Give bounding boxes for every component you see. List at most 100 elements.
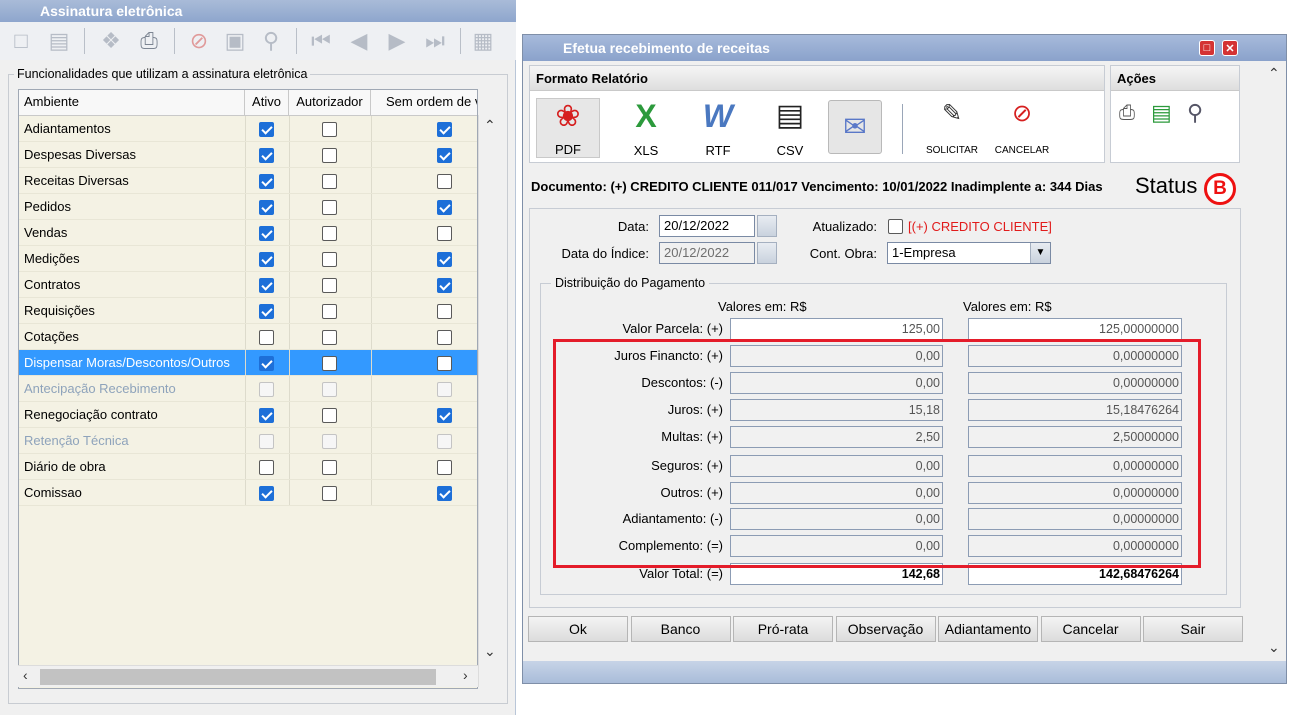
maximize-icon[interactable]: □: [1199, 40, 1215, 56]
display-settings-icon[interactable]: ▦: [468, 27, 498, 55]
rtf-format-button[interactable]: W RTF: [686, 98, 750, 158]
search-report-icon[interactable]: ⚲: [1187, 100, 1203, 126]
table-row[interactable]: Cotações: [19, 324, 477, 350]
magnifier-icon[interactable]: ⚲: [256, 27, 286, 55]
sem-ordem-checkbox[interactable]: [437, 226, 452, 241]
chevron-down-icon[interactable]: ▼: [1030, 243, 1050, 263]
window-vertical-scrollbar[interactable]: ⌃ ⌄: [1265, 61, 1286, 661]
autorizador-checkbox[interactable]: [322, 200, 337, 215]
ativo-checkbox[interactable]: [259, 408, 274, 423]
sem-ordem-checkbox[interactable]: [437, 356, 452, 371]
sem-ordem-checkbox[interactable]: [437, 382, 452, 397]
autorizador-checkbox[interactable]: [322, 330, 337, 345]
table-row[interactable]: Renegociação contrato: [19, 402, 477, 428]
scroll-up-icon[interactable]: ⌃: [1268, 65, 1280, 82]
ativo-checkbox[interactable]: [259, 356, 274, 371]
new-document-icon[interactable]: □: [6, 27, 36, 55]
column-header-ambiente[interactable]: Ambiente: [19, 90, 245, 116]
table-row[interactable]: Pedidos: [19, 194, 477, 220]
table-row[interactable]: Medições: [19, 246, 477, 272]
atualizado-checkbox[interactable]: [888, 219, 903, 234]
ativo-checkbox[interactable]: [259, 200, 274, 215]
table-row[interactable]: Requisições: [19, 298, 477, 324]
autorizador-checkbox[interactable]: [322, 122, 337, 137]
column-header-autorizador[interactable]: Autorizador: [289, 90, 371, 116]
person-run-icon[interactable]: ❖: [96, 27, 126, 55]
autorizador-checkbox[interactable]: [322, 278, 337, 293]
column-header-sem-ordem[interactable]: Sem ordem de v: [371, 90, 477, 116]
ativo-checkbox[interactable]: [259, 304, 274, 319]
table-row[interactable]: Adiantamentos: [19, 116, 477, 142]
cancelar-signature-button[interactable]: ⊘ CANCELAR: [990, 98, 1054, 158]
grid-horizontal-scrollbar[interactable]: ‹ ›: [18, 665, 478, 687]
stop-icon[interactable]: ⊘: [184, 27, 214, 55]
scroll-down-icon[interactable]: ⌄: [1268, 639, 1280, 656]
first-record-icon[interactable]: ⏮: [306, 27, 336, 55]
sem-ordem-checkbox[interactable]: [437, 148, 452, 163]
value-field-reais[interactable]: 125,00: [730, 318, 943, 340]
table-row[interactable]: Comissao: [19, 480, 477, 506]
autorizador-checkbox[interactable]: [322, 356, 337, 371]
ativo-checkbox[interactable]: [259, 148, 274, 163]
sem-ordem-checkbox[interactable]: [437, 434, 452, 449]
scroll-left-icon[interactable]: ‹: [23, 667, 28, 683]
pro-rata-button[interactable]: Pró-rata: [733, 616, 833, 642]
autorizador-checkbox[interactable]: [322, 486, 337, 501]
sem-ordem-checkbox[interactable]: [437, 304, 452, 319]
previous-record-icon[interactable]: ◀: [344, 27, 374, 55]
ativo-checkbox[interactable]: [259, 460, 274, 475]
table-row[interactable]: Antecipação Recebimento: [19, 376, 477, 402]
grid-vertical-scrollbar[interactable]: ⌃ ⌄: [478, 115, 500, 687]
value-field-precise[interactable]: 125,00000000: [968, 318, 1182, 340]
ok-button[interactable]: Ok: [528, 616, 628, 642]
ativo-checkbox[interactable]: [259, 174, 274, 189]
autorizador-checkbox[interactable]: [322, 460, 337, 475]
calendar-icon[interactable]: [757, 215, 777, 237]
sair-button[interactable]: Sair: [1143, 616, 1243, 642]
scroll-up-icon[interactable]: ⌃: [484, 117, 496, 134]
ativo-checkbox[interactable]: [259, 252, 274, 267]
sem-ordem-checkbox[interactable]: [437, 460, 452, 475]
sem-ordem-checkbox[interactable]: [437, 174, 452, 189]
scroll-right-icon[interactable]: ›: [463, 667, 468, 683]
sem-ordem-checkbox[interactable]: [437, 122, 452, 137]
autorizador-checkbox[interactable]: [322, 382, 337, 397]
ativo-checkbox[interactable]: [259, 278, 274, 293]
sem-ordem-checkbox[interactable]: [437, 252, 452, 267]
printer-icon[interactable]: ⎙: [134, 27, 164, 55]
close-icon[interactable]: ✕: [1222, 40, 1238, 56]
spreadsheet-export-icon[interactable]: ▤: [1151, 100, 1172, 126]
column-header-ativo[interactable]: Ativo: [245, 90, 289, 116]
data-field[interactable]: 20/12/2022: [659, 215, 755, 237]
sem-ordem-checkbox[interactable]: [437, 278, 452, 293]
horizontal-scroll-thumb[interactable]: [40, 669, 436, 685]
sem-ordem-checkbox[interactable]: [437, 330, 452, 345]
save-disk-icon[interactable]: ▣: [220, 27, 250, 55]
table-row[interactable]: Contratos: [19, 272, 477, 298]
scroll-down-icon[interactable]: ⌄: [484, 643, 496, 660]
printer-icon[interactable]: ⎙: [1119, 102, 1135, 125]
autorizador-checkbox[interactable]: [322, 174, 337, 189]
autorizador-checkbox[interactable]: [322, 252, 337, 267]
ativo-checkbox[interactable]: [259, 382, 274, 397]
next-record-icon[interactable]: ▶: [382, 27, 412, 55]
calendar-icon[interactable]: [757, 242, 777, 264]
ativo-checkbox[interactable]: [259, 122, 274, 137]
sem-ordem-checkbox[interactable]: [437, 408, 452, 423]
ativo-checkbox[interactable]: [259, 330, 274, 345]
banco-button[interactable]: Banco: [630, 616, 731, 642]
cont-obra-select[interactable]: 1-Empresa ▼: [887, 242, 1051, 264]
ativo-checkbox[interactable]: [259, 434, 274, 449]
autorizador-checkbox[interactable]: [322, 226, 337, 241]
xls-format-button[interactable]: X XLS: [614, 98, 678, 158]
trash-icon[interactable]: ▤: [44, 27, 74, 55]
solicitar-button[interactable]: ✎ SOLICITAR: [922, 98, 982, 158]
csv-format-button[interactable]: ▤ CSV: [758, 98, 822, 158]
adiantamento-button[interactable]: Adiantamento: [938, 616, 1038, 642]
table-row[interactable]: Retenção Técnica: [19, 428, 477, 454]
table-row[interactable]: Vendas: [19, 220, 477, 246]
sem-ordem-checkbox[interactable]: [437, 200, 452, 215]
autorizador-checkbox[interactable]: [322, 434, 337, 449]
cancelar-button[interactable]: Cancelar: [1040, 616, 1141, 642]
autorizador-checkbox[interactable]: [322, 148, 337, 163]
